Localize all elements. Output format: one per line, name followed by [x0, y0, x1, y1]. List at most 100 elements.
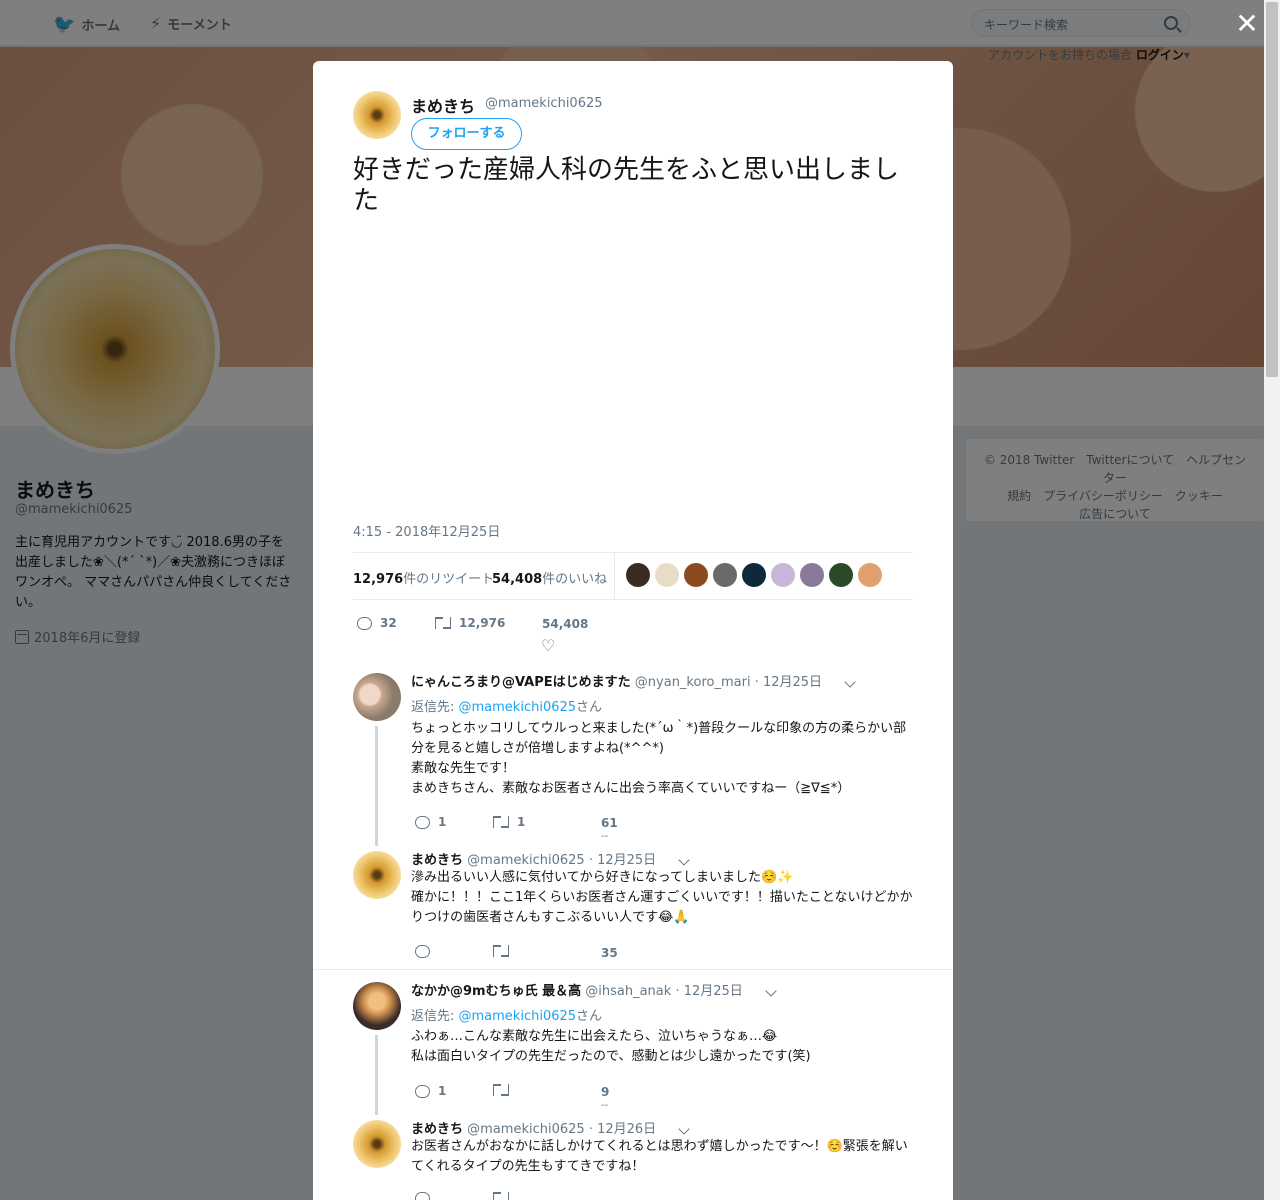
reply-to: 返信先: @mamekichi0625さん — [411, 696, 602, 715]
tweet-stats: 12,976件のリツイート 54,408件のいいね — [353, 552, 913, 600]
heart-icon[interactable]: -- — [601, 1100, 608, 1111]
reply-avatar[interactable] — [353, 1120, 401, 1168]
reply-icon — [415, 1084, 430, 1098]
reply-action[interactable]: 32 — [357, 616, 397, 630]
reply-author-handle[interactable]: @nyan_koro_mari — [635, 675, 751, 690]
follow-button[interactable]: フォローする — [411, 118, 522, 150]
reply-line: ちょっとホッコリしてウルっと来ました(*´ω｀*)普段クールな印象の方の柔らかい… — [411, 721, 907, 756]
reply-author-handle[interactable]: @mamekichi0625 — [467, 1122, 585, 1137]
reply-header: にゃんころまり@VAPEはじめますた @nyan_koro_mari · 12月… — [411, 671, 822, 690]
retweet-action[interactable] — [493, 1084, 509, 1096]
liker-avatar[interactable] — [771, 563, 795, 587]
reply-avatar[interactable] — [353, 673, 401, 721]
reply-line: 素敵な先生です！ — [411, 761, 516, 776]
reply-text: ふわぁ…こんな素敵な先生に出会えたら、泣いちゃうなぁ…😂 私は面白いタイプの先生… — [411, 1027, 913, 1067]
thread-line — [375, 1035, 378, 1115]
chevron-down-icon[interactable] — [678, 854, 690, 866]
retweet-stat[interactable]: 12,976件のリツイート — [353, 568, 494, 587]
liker-avatar[interactable] — [800, 563, 824, 587]
liker-avatar[interactable] — [829, 563, 853, 587]
liker-avatars — [626, 563, 882, 587]
reply-action[interactable]: 1 — [415, 1084, 446, 1098]
reply-line: 確かに！！！ここ1年くらいお医者さん運すごくいいです！！描いたことないけどかかり… — [411, 890, 913, 925]
reply-count: 32 — [380, 616, 397, 630]
reply-to-link[interactable]: @mamekichi0625 — [459, 700, 577, 715]
retweet-count: 12,976 — [459, 616, 506, 630]
reply-author-name[interactable]: まめきち — [411, 1122, 463, 1137]
reply-to-label: 返信先: — [411, 1009, 459, 1024]
liker-avatar[interactable] — [858, 563, 882, 587]
reply-date[interactable]: · 12月25日 — [755, 675, 822, 690]
liker-avatar[interactable] — [626, 563, 650, 587]
retweet-icon — [435, 617, 451, 629]
retweet-icon — [493, 1084, 509, 1096]
reply-date[interactable]: · 12月25日 — [675, 984, 742, 999]
close-icon[interactable]: ✕ — [1235, 10, 1259, 38]
heart-icon[interactable]: ♡ — [541, 638, 555, 654]
like-count: 61 — [601, 816, 618, 830]
tweet-author-name[interactable]: まめきち — [411, 93, 475, 117]
chevron-down-icon[interactable] — [678, 1123, 690, 1135]
reply-author-handle[interactable]: @ihsah_anak — [585, 984, 671, 999]
chevron-down-icon[interactable] — [765, 985, 777, 997]
reply-action[interactable] — [415, 945, 430, 958]
heart-icon[interactable]: -- — [601, 831, 608, 842]
retweet-action[interactable]: 12,976 — [435, 616, 505, 630]
reply-line: お医者さんがおなかに話しかけてくれるとは思わず嬉しかったです〜！☺️緊張を解いて… — [411, 1139, 908, 1174]
reply-author-handle[interactable]: @mamekichi0625 — [467, 853, 585, 868]
tweet-author-handle[interactable]: @mamekichi0625 — [485, 96, 603, 111]
reply-author-name[interactable]: なかか@9mむちゅ氏 最＆高 — [411, 984, 581, 999]
reply-action[interactable]: 1 — [415, 815, 446, 829]
scrollbar-thumb[interactable] — [1266, 2, 1278, 377]
like-stat-count: 54,408 — [492, 572, 543, 587]
thread-separator — [313, 969, 953, 970]
stats-divider — [614, 553, 615, 599]
reply-icon — [415, 1192, 430, 1200]
retweet-icon — [493, 816, 509, 828]
like-count: 35 — [601, 946, 618, 960]
reply-to-link[interactable]: @mamekichi0625 — [459, 1009, 577, 1024]
reply-to-label: 返信先: — [411, 700, 459, 715]
tweet-author-avatar[interactable] — [353, 91, 401, 139]
reply-author-name[interactable]: にゃんころまり@VAPEはじめますた — [411, 675, 631, 690]
reply-header: まめきち @mamekichi0625 · 12月25日 — [411, 849, 656, 868]
retweet-action[interactable]: 1 — [493, 815, 525, 829]
retweet-action[interactable] — [493, 1192, 509, 1200]
reply-count: 1 — [438, 815, 447, 829]
retweet-stat-count: 12,976 — [353, 572, 404, 587]
reply-author-name[interactable]: まめきち — [411, 853, 463, 868]
liker-avatar[interactable] — [713, 563, 737, 587]
liker-avatar[interactable] — [684, 563, 708, 587]
reply-to: 返信先: @mamekichi0625さん — [411, 1005, 602, 1024]
reply-icon — [415, 815, 430, 829]
reply-to-suffix: さん — [576, 700, 603, 715]
reply-line: 私は面白いタイプの先生だったので、感動とは少し遠かったです(笑) — [411, 1049, 811, 1064]
liker-avatar[interactable] — [742, 563, 766, 587]
tweet-modal: まめきち @mamekichi0625 フォローする 好きだった産婦人科の先生を… — [313, 61, 953, 1200]
reply-count: 1 — [438, 1084, 447, 1098]
reply-date[interactable]: · 12月25日 — [589, 853, 656, 868]
reply-header: まめきち @mamekichi0625 · 12月26日 — [411, 1118, 656, 1137]
retweet-action[interactable] — [493, 945, 509, 957]
reply-text: ちょっとホッコリしてウルっと来ました(*´ω｀*)普段クールな印象の方の柔らかい… — [411, 719, 913, 799]
like-count: 54,408 — [542, 617, 589, 631]
reply-icon — [415, 945, 430, 958]
liker-avatar[interactable] — [655, 563, 679, 587]
retweet-icon — [493, 1192, 509, 1200]
retweet-icon — [493, 945, 509, 957]
reply-avatar[interactable] — [353, 982, 401, 1030]
reply-to-suffix: さん — [576, 1009, 603, 1024]
retweet-count: 1 — [517, 815, 526, 829]
reply-line: まめきちさん、素敵なお医者さんに出会う率高くていいですねー（≧∇≦*） — [411, 781, 851, 796]
tweet-timestamp[interactable]: 4:15 - 2018年12月25日 — [353, 521, 500, 540]
reply-avatar[interactable] — [353, 851, 401, 899]
retweet-stat-label: 件のリツイート — [403, 572, 495, 587]
like-stat[interactable]: 54,408件のいいね — [492, 568, 607, 587]
chevron-down-icon[interactable] — [844, 676, 856, 688]
thread-line — [375, 726, 378, 846]
reply-action[interactable] — [415, 1192, 430, 1200]
reply-header: なかか@9mむちゅ氏 最＆高 @ihsah_anak · 12月25日 — [411, 980, 743, 999]
reply-line: 滲み出るいい人感に気付いてから好きになってしまいました☺️✨ — [411, 870, 794, 885]
tweet-text: 好きだった産婦人科の先生をふと思い出しました — [353, 155, 900, 216]
reply-date[interactable]: · 12月26日 — [589, 1122, 656, 1137]
